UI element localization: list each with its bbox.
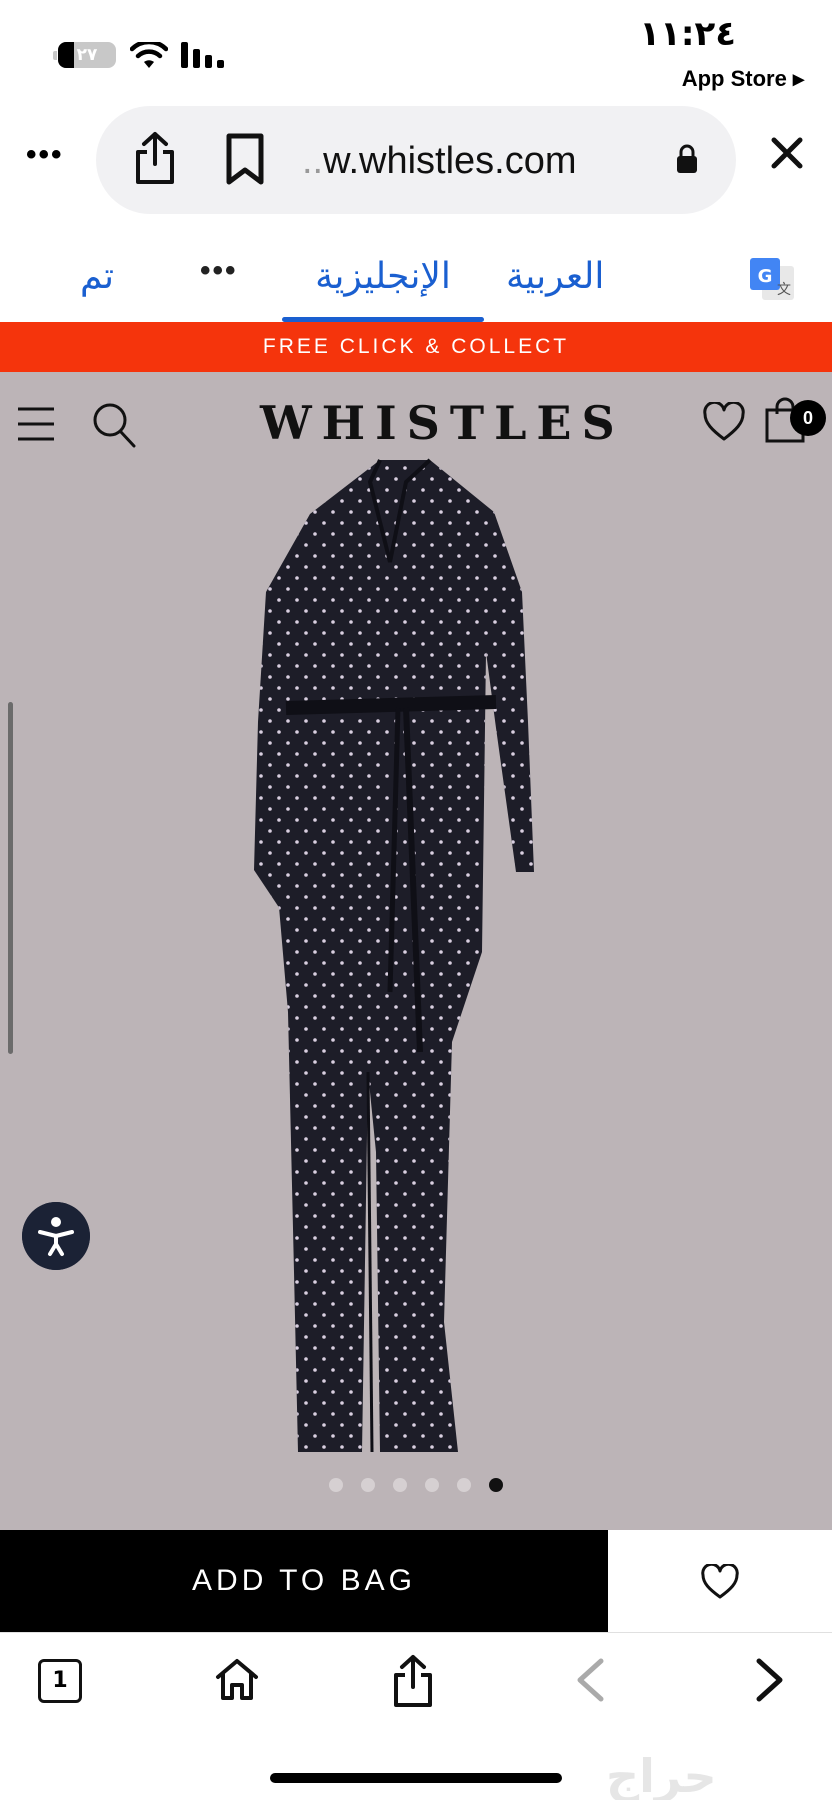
close-icon[interactable] [770,136,804,170]
status-bar: ٢٧ ١١:٢٤ App Store ▸ [0,0,832,100]
gallery-dot[interactable] [489,1478,503,1492]
google-translate-icon[interactable]: G 文 [748,256,796,304]
page-scroll-indicator [8,702,13,1054]
translate-done-button[interactable]: تم [80,256,114,297]
svg-text:G: G [758,266,773,287]
translate-bar: تم ••• الإنجليزية العربية G 文 [0,220,832,322]
tab-translated-language[interactable]: الإنجليزية [282,256,484,322]
wishlist-heart-icon[interactable] [702,402,746,442]
gallery-dot[interactable] [329,1478,343,1492]
accessibility-icon[interactable] [22,1202,90,1270]
clock: ١١:٢٤ [639,14,736,54]
search-icon[interactable] [92,402,136,448]
gallery-dot[interactable] [457,1478,471,1492]
product-gallery[interactable]: WHISTLES 0 [0,372,832,1530]
url-truncation: .. [302,140,324,182]
forward-chevron-icon[interactable] [754,1657,786,1703]
wifi-icon [130,42,168,68]
more-options-icon[interactable]: ••• [26,138,64,172]
svg-text:文: 文 [777,282,791,298]
heart-icon [701,1564,739,1599]
add-to-wishlist-button[interactable] [608,1530,832,1632]
gallery-pagination [0,1478,832,1492]
hamburger-menu-icon[interactable] [16,406,56,442]
brand-logo[interactable]: WHISTLES [260,396,625,450]
share-icon[interactable] [390,1653,436,1709]
tabs-button[interactable]: 1 [38,1659,82,1703]
browser-toolbar: 1 حراج [0,1632,832,1800]
url-text[interactable]: ..w.whistles.com [302,140,577,183]
battery-indicator: ٢٧ [53,42,116,68]
product-image[interactable] [230,452,610,1452]
tab-count: 1 [52,1668,68,1693]
gallery-dot[interactable] [393,1478,407,1492]
cellular-signal-icon [181,42,224,68]
bookmark-icon[interactable] [224,132,266,186]
back-chevron-icon[interactable] [574,1657,606,1703]
watermark-logo: حراج [606,1749,717,1800]
tab-translated-language-label: الإنجليزية [315,256,451,297]
translate-more-options[interactable]: ••• [200,254,238,288]
home-indicator [270,1773,562,1783]
share-icon[interactable] [132,130,178,186]
browser-address-row: ••• ..w.whistles.com [0,100,832,220]
gallery-dot[interactable] [425,1478,439,1492]
bag-count-badge: 0 [790,400,826,436]
add-to-bag-button[interactable]: ADD TO BAG [0,1530,608,1632]
back-to-app-link[interactable]: App Store ▸ [682,66,804,92]
promo-banner[interactable]: FREE CLICK & COLLECT [0,322,832,372]
home-icon[interactable] [214,1657,260,1701]
address-bar[interactable]: ..w.whistles.com [96,106,736,214]
lock-icon [677,144,697,173]
url-domain: w.whistles.com [323,140,577,182]
gallery-dot[interactable] [361,1478,375,1492]
battery-percent: ٢٧ [76,45,98,65]
tab-original-language[interactable]: العربية [506,256,604,297]
